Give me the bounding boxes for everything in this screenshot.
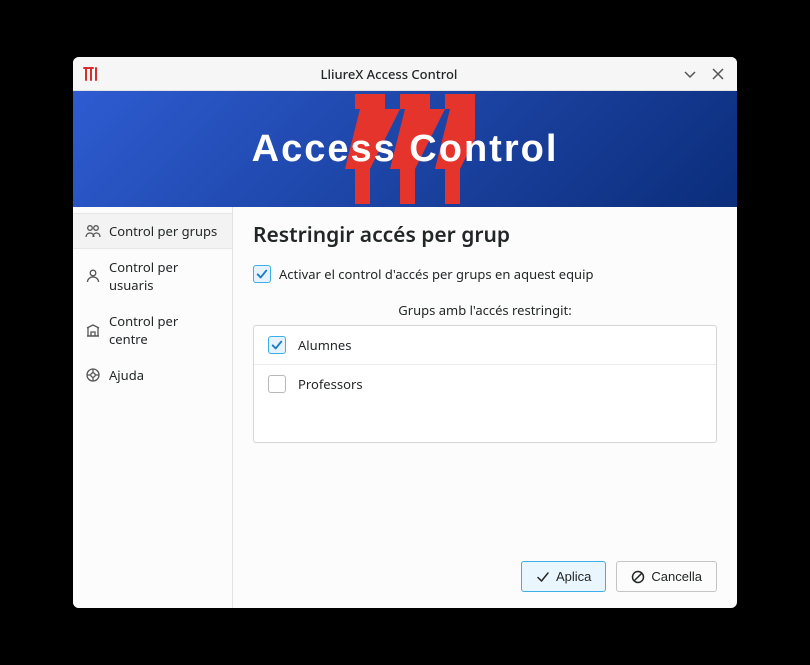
user-icon [85,268,101,284]
apply-button[interactable]: Aplica [521,561,606,592]
cancel-button[interactable]: Cancella [616,561,717,592]
group-list-label: Grups amb l'accés restringit: [253,301,717,319]
banner-title: Access Control [252,128,559,171]
group-checkbox[interactable] [268,336,286,354]
group-row[interactable]: Alumnes [254,326,716,365]
group-list: Alumnes Professors [253,325,717,443]
cancel-icon [631,570,645,584]
check-icon [536,570,550,584]
minimize-button[interactable] [681,65,699,83]
group-name: Alumnes [298,336,351,354]
sidebar-item-label: Ajuda [109,366,144,384]
sidebar-item-groups[interactable]: Control per grups [73,213,232,249]
application-window: LliureX Access Control Access Control [73,57,737,608]
enable-control-row: Activar el control d'accés per grups en … [253,265,717,283]
app-icon [83,66,99,82]
main-content: Restringir accés per grup Activar el con… [233,207,737,608]
group-row[interactable]: Professors [254,365,716,403]
footer-buttons: Aplica Cancella [253,549,717,592]
sidebar: Control per grups Control per usuaris Co… [73,207,233,608]
apply-button-label: Aplica [556,569,591,584]
building-icon [85,322,101,338]
sidebar-item-label: Control per usuaris [109,258,220,294]
body: Control per grups Control per usuaris Co… [73,207,737,608]
cancel-button-label: Cancella [651,569,702,584]
enable-control-label: Activar el control d'accés per grups en … [279,265,593,283]
group-name: Professors [298,375,363,393]
window-title: LliureX Access Control [107,65,671,83]
sidebar-item-help[interactable]: Ajuda [73,357,232,393]
enable-control-checkbox[interactable] [253,265,271,283]
sidebar-item-users[interactable]: Control per usuaris [73,249,232,303]
sidebar-item-label: Control per grups [109,222,217,240]
sidebar-item-centre[interactable]: Control per centre [73,303,232,357]
close-button[interactable] [709,65,727,83]
page-heading: Restringir accés per grup [253,221,717,249]
users-group-icon [85,223,101,239]
titlebar: LliureX Access Control [73,57,737,91]
sidebar-item-label: Control per centre [109,312,220,348]
banner: Access Control [73,91,737,207]
group-checkbox[interactable] [268,375,286,393]
help-icon [85,367,101,383]
